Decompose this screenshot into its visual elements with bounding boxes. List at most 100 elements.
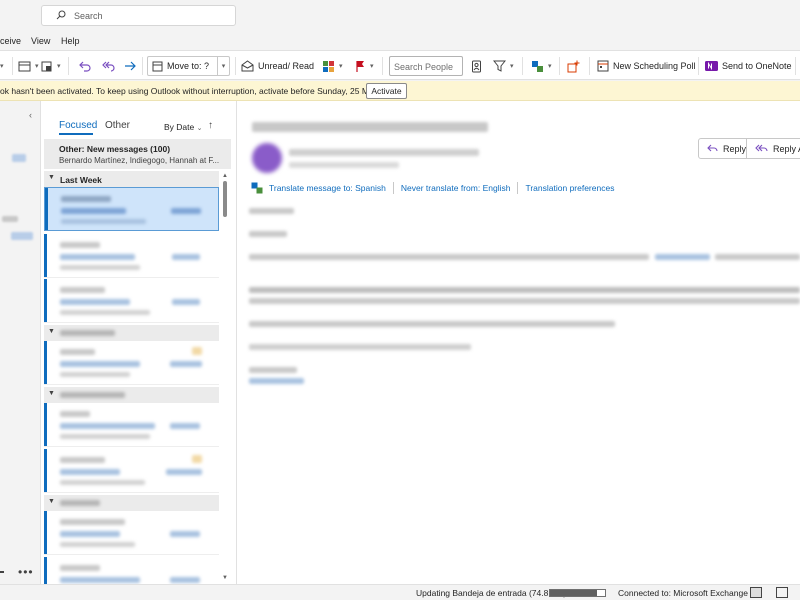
group-header[interactable]: ▼ [44, 495, 219, 512]
activate-button[interactable]: Activate [366, 83, 407, 99]
ribbon-separator [235, 57, 236, 75]
group-header[interactable]: ▼ [44, 387, 219, 404]
chevron-down-icon: ▾ [510, 63, 514, 70]
tab-focused-underline [59, 133, 93, 135]
scroll-up-icon[interactable]: ▲ [222, 173, 228, 179]
send-to-onenote-button[interactable]: Send to OneNote [705, 56, 792, 76]
message-list-scrollbar[interactable]: ▲ ▼ [221, 173, 229, 583]
message-item[interactable] [44, 279, 219, 323]
reply-all-icon [755, 144, 768, 152]
ribbon-left-caret[interactable]: ▾ [0, 56, 4, 76]
translation-preferences-link[interactable]: Translation preferences [525, 183, 614, 193]
signature-name [249, 367, 297, 373]
progress-fill [550, 590, 597, 596]
translate-to-link[interactable]: Translate message to: Spanish [269, 183, 386, 193]
sender-avatar [252, 143, 282, 173]
email-body-line [249, 208, 294, 214]
unread-bar [44, 234, 47, 277]
flag-button[interactable]: ▾ [355, 56, 374, 76]
email-body-line [249, 231, 287, 237]
message-sender [60, 411, 90, 417]
message-sender [60, 519, 125, 525]
update-progress-bar [549, 589, 606, 597]
message-item[interactable] [44, 557, 219, 584]
message-item[interactable] [44, 449, 219, 493]
forward-button[interactable] [123, 56, 137, 76]
tab-other[interactable]: Other [105, 120, 130, 131]
move-to-dropdown[interactable]: Move to: ? ▾ [147, 56, 230, 76]
message-subject [60, 531, 120, 537]
categorize-button[interactable]: ▾ [322, 56, 343, 76]
translate-ribbon-button[interactable]: ▾ [531, 56, 552, 76]
message-item-selected[interactable] [44, 187, 219, 231]
separator [517, 182, 519, 194]
scroll-down-icon[interactable]: ▼ [222, 575, 228, 581]
message-item[interactable] [44, 234, 219, 278]
tab-focused[interactable]: Focused [59, 120, 97, 131]
message-preview [60, 434, 150, 439]
search-people-input[interactable]: Search People [389, 56, 463, 76]
sort-direction-icon[interactable]: ↑ [208, 120, 213, 131]
folder-item[interactable] [12, 154, 26, 162]
search-box[interactable]: Search [41, 5, 236, 26]
reply-all-button[interactable]: Reply All [747, 139, 800, 158]
sort-label: By Date [164, 122, 195, 132]
calendar-move-icon [152, 61, 163, 71]
rules-button[interactable]: ▾ [40, 56, 61, 76]
flag-icon [356, 60, 364, 72]
signature-link[interactable] [249, 378, 304, 384]
address-book-button[interactable] [471, 56, 482, 76]
group-header-last-week[interactable]: ▼ Last Week [44, 171, 219, 188]
menu-send-receive[interactable]: ceive [0, 36, 21, 46]
menu-view[interactable]: View [31, 36, 50, 46]
chevron-down-icon: ⌄ [196, 125, 203, 132]
message-item[interactable] [44, 511, 219, 555]
message-item[interactable] [44, 403, 219, 447]
connection-status: Connected to: Microsoft Exchange [618, 588, 748, 598]
chevron-down-icon: ▾ [35, 63, 39, 70]
reply-all-ribbon-button[interactable] [100, 56, 115, 76]
message-subject [60, 577, 140, 583]
move-folder-button[interactable]: ▾ [18, 56, 39, 76]
attachment-icon [192, 347, 202, 355]
reading-view-icon[interactable] [776, 587, 788, 598]
never-translate-link[interactable]: Never translate from: English [401, 183, 511, 193]
rules-icon [41, 61, 52, 71]
undo-button[interactable] [78, 56, 92, 76]
message-sender [60, 287, 105, 293]
message-sender [61, 196, 111, 202]
more-options-icon[interactable]: ••• [18, 565, 34, 579]
group-header[interactable]: ▼ [44, 325, 219, 342]
group-label: Last Week [60, 175, 102, 185]
folder-item[interactable] [11, 232, 33, 240]
new-scheduling-poll-button[interactable]: New Scheduling Poll [597, 56, 696, 76]
sort-dropdown[interactable]: By Date ⌄ [164, 122, 203, 132]
ribbon-separator [12, 57, 13, 75]
chevron-down-icon[interactable]: ▾ [217, 57, 229, 75]
email-body-line [249, 287, 800, 293]
collapse-chevron-icon[interactable]: ‹ [29, 110, 32, 120]
reply-button[interactable]: Reply [699, 139, 748, 158]
other-inbox-notice[interactable]: Other: New messages (100) Bernardo Martí… [44, 139, 231, 169]
message-preview [61, 219, 146, 224]
folder-item[interactable] [2, 216, 18, 222]
email-body-line [249, 344, 471, 350]
title-bar: Search [0, 0, 800, 32]
other-notice-senders: Bernardo Martínez, Indiegogo, Hannah at … [59, 156, 220, 165]
scrollbar-thumb[interactable] [223, 181, 227, 217]
chevron-down-icon: ▼ [48, 498, 55, 505]
mail-nav-icon[interactable] [0, 571, 4, 573]
email-subject [252, 122, 488, 132]
get-addins-button[interactable] [567, 56, 580, 76]
categorize-icon [323, 60, 334, 72]
message-item[interactable] [44, 341, 219, 385]
email-body-link[interactable] [655, 254, 710, 260]
menu-help[interactable]: Help [61, 36, 80, 46]
filter-button[interactable]: ▾ [493, 56, 514, 76]
normal-view-icon[interactable] [750, 587, 762, 598]
message-sender [60, 242, 100, 248]
message-date [172, 254, 200, 260]
unread-read-button[interactable]: Unread/ Read [241, 56, 314, 76]
group-label [60, 392, 125, 398]
translate-icon [251, 182, 263, 194]
